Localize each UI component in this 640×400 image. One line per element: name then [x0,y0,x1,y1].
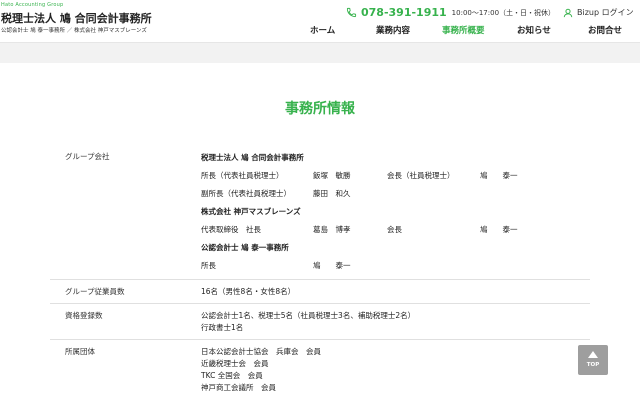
staff-line: 所長 鳩 泰一 [201,257,590,275]
nav-item-office-overview[interactable]: 事務所概要 [442,24,485,36]
person-name: 鳩 泰一 [480,171,518,180]
main-navigation: ホーム 業務内容 事務所概要 お知らせ お問合せ [290,24,640,38]
row-label-staff-count: グループ従業員数 [65,287,125,296]
affiliation-line: 日本公認会計士協会 兵庫会 会員 [201,347,321,356]
license-line: 公認会計士1名、税理士5名（社員税理士3名、補助税理士2名） [201,311,416,320]
page-title: 事務所情報 [285,101,355,117]
affiliation-line: 近畿税理士会 会員 [201,359,269,368]
license-line: 行政書士1名 [201,323,244,332]
person-name: 藤田 和久 [313,189,351,198]
table-row: グループ会社 税理士法人 鳩 合同会計事務所 所長（代表社員税理士） 飯塚 敏勝… [50,145,590,280]
page-header-band [0,43,640,63]
person-name: 飯塚 敏勝 [313,171,351,180]
phone-contact[interactable]: 078-391-1911 10:00〜17:00（土・日・祝休） [346,6,555,19]
affiliation-line: 神戸商工会議所 会員 [201,383,276,392]
row-label-licenses: 資格登録数 [65,311,103,320]
brand-subtitle: Hato Accounting Group [1,2,64,8]
staff-count-value: 16名（男性8名・女性8名） [201,287,296,296]
phone-number[interactable]: 078-391-1911 [361,6,447,19]
nav-item-contact[interactable]: お問合せ [588,24,622,36]
brand-description: 公認会計士 鳩 泰一事務所 ／ 株式会社 神戸マスブレーンズ [1,28,147,34]
role: 所長 [201,261,216,270]
brand-logo-title[interactable]: 税理士法人 鳩 合同会計事務所 [1,10,152,26]
role: 会長（社員税理士） [387,171,455,180]
staff-line: 代表取締役 社長 葛島 博孝 会長 鳩 泰一 [201,221,590,239]
org-name: 株式会社 神戸マスブレーンズ [201,207,301,216]
nav-item-home[interactable]: ホーム [310,24,335,36]
table-row: 資格登録数 公認会計士1名、税理士5名（社員税理士3名、補助税理士2名） 行政書… [50,304,590,340]
office-info-table: グループ会社 税理士法人 鳩 合同会計事務所 所長（代表社員税理士） 飯塚 敏勝… [50,145,590,399]
role: 会長 [387,225,402,234]
nav-item-news[interactable]: お知らせ [517,24,551,36]
arrow-up-icon [588,351,598,358]
business-hours: 10:00〜17:00（土・日・祝休） [451,8,556,17]
org-name: 税理士法人 鳩 合同会計事務所 [201,153,304,162]
bizup-login-link[interactable]: Bizup ログイン [563,7,634,18]
top-button-label: TOP [586,362,600,368]
affiliation-line: TKC 全国会 会員 [201,371,263,380]
phone-icon [346,7,357,18]
login-label: Bizup ログイン [577,8,634,17]
person-name: 鳩 泰一 [480,225,518,234]
role: 代表取締役 社長 [201,225,261,234]
row-label-group-companies: グループ会社 [65,152,110,161]
person-name: 葛島 博孝 [313,225,351,234]
row-label-affiliations: 所属団体 [65,347,95,356]
role: 所長（代表社員税理士） [201,171,284,180]
person-name: 鳩 泰一 [313,261,351,270]
site-header: Hato Accounting Group 税理士法人 鳩 合同会計事務所 公認… [0,0,640,43]
back-to-top-button[interactable]: TOP [578,345,608,375]
role: 副所長（代表社員税理士） [201,189,291,198]
staff-line: 副所長（代表社員税理士） 藤田 和久 [201,185,590,203]
nav-item-services[interactable]: 業務内容 [376,24,410,36]
table-row: グループ従業員数 16名（男性8名・女性8名） [50,280,590,304]
user-icon [563,8,573,17]
table-row: 所属団体 日本公認会計士協会 兵庫会 会員 近畿税理士会 会員 TKC 全国会 … [50,340,590,399]
staff-line: 所長（代表社員税理士） 飯塚 敏勝 会長（社員税理士） 鳩 泰一 [201,167,590,185]
org-name: 公認会計士 鳩 泰一事務所 [201,243,289,252]
